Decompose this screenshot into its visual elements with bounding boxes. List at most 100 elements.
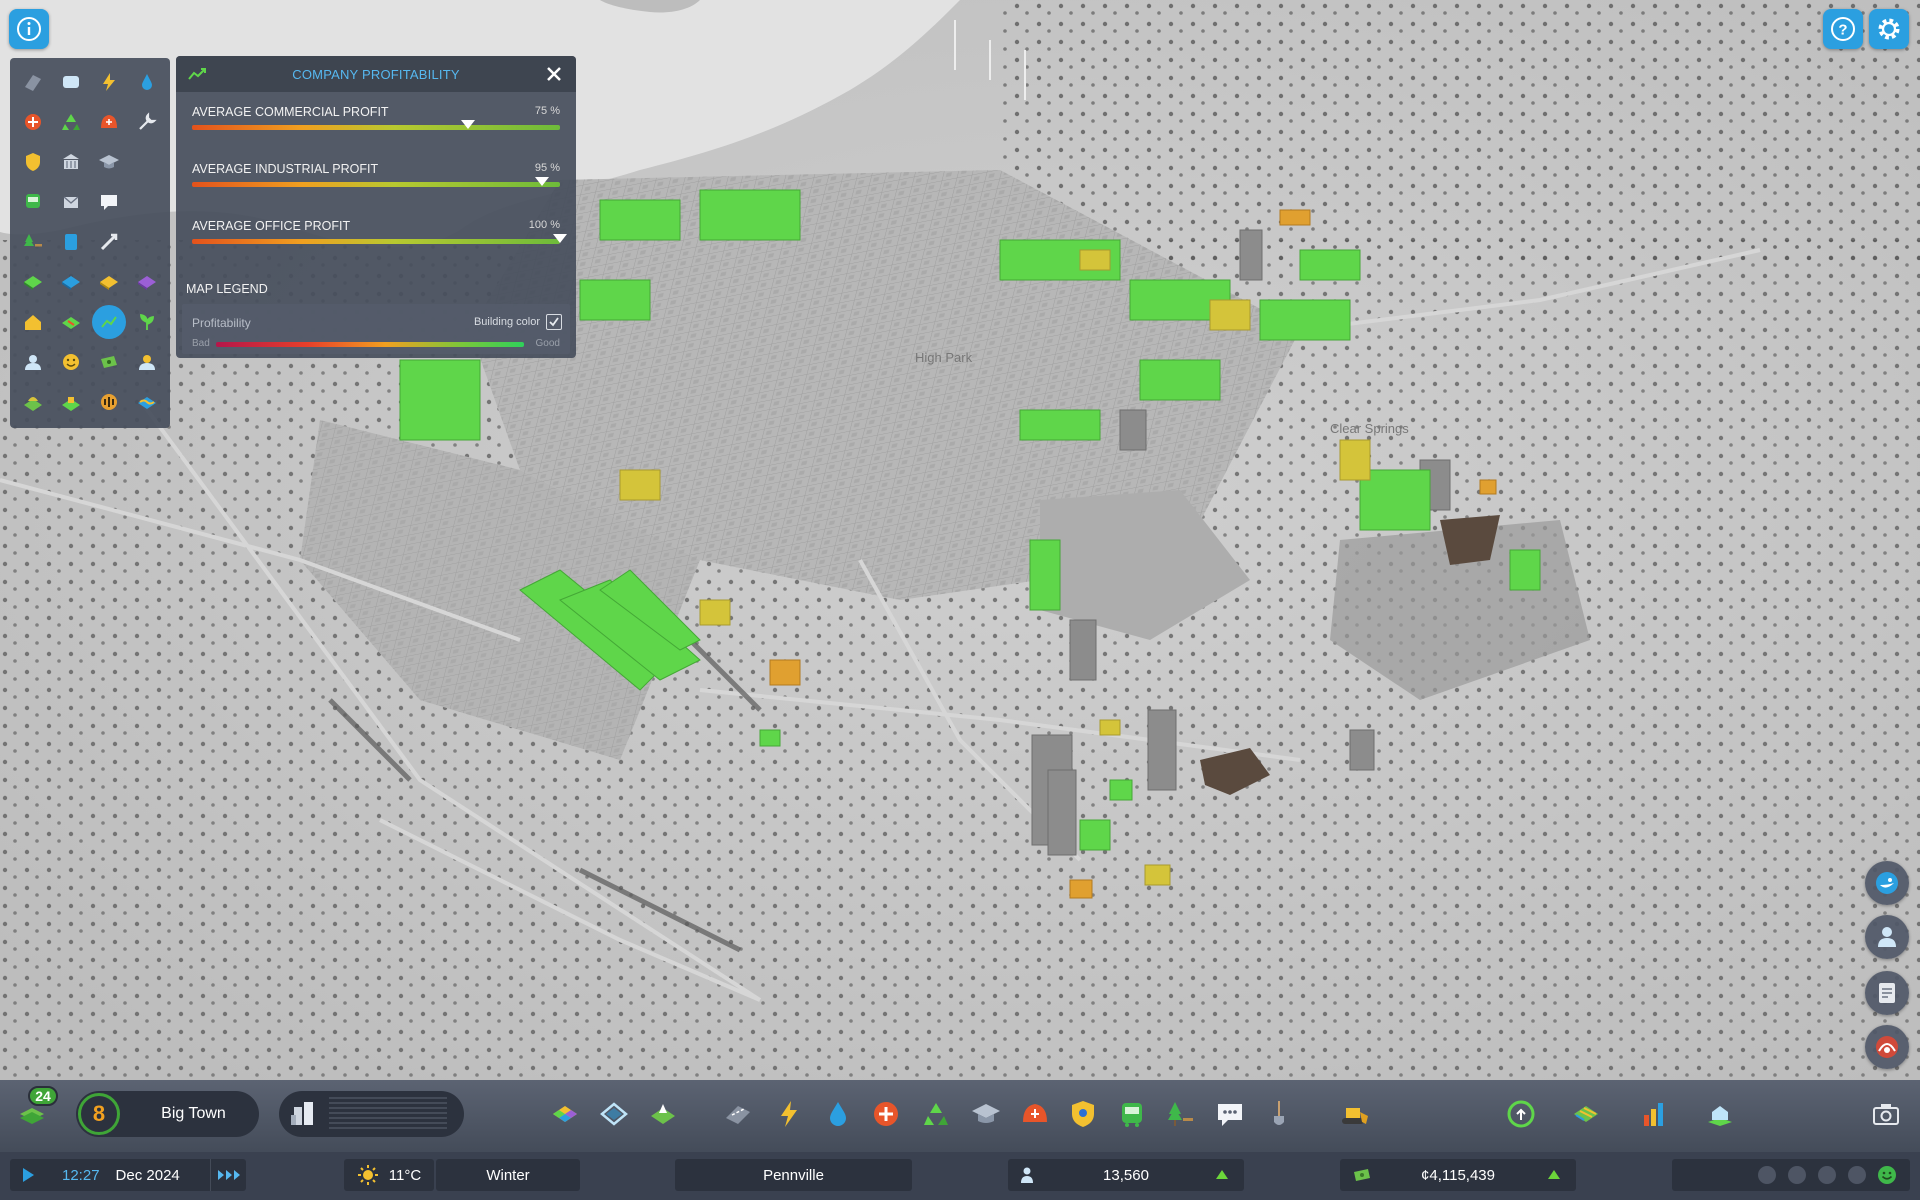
city-name-box[interactable]: Pennville	[675, 1159, 912, 1191]
transportation-tool-button[interactable]	[1112, 1094, 1152, 1134]
metric-bar	[192, 177, 560, 187]
building-color-checkbox[interactable]	[546, 314, 562, 330]
infoview-button-education[interactable]	[92, 142, 126, 182]
citizens-button[interactable]	[1865, 915, 1909, 959]
infoview-button-happiness[interactable]	[54, 342, 88, 382]
happiness-neutral-icon	[1818, 1166, 1836, 1184]
areas-tool-button[interactable]	[594, 1094, 634, 1134]
electricity-tool-button[interactable]	[769, 1094, 809, 1134]
milestone-count-badge: 24	[28, 1086, 58, 1106]
infoview-button-administration[interactable]	[54, 142, 88, 182]
infoview-button-maintenance[interactable]	[130, 102, 164, 142]
infoview-button-citizens[interactable]	[16, 342, 50, 382]
settings-button[interactable]	[1869, 9, 1909, 49]
map-legend: MAP LEGEND Profitability Building color …	[176, 266, 576, 358]
info-button[interactable]	[9, 9, 49, 49]
infoview-button-resources[interactable]	[54, 302, 88, 342]
population-box[interactable]: 13,560	[1008, 1159, 1244, 1191]
infoview-button-water[interactable]	[130, 62, 164, 102]
infoview-button-recycling[interactable]	[54, 102, 88, 142]
police-tool-button[interactable]	[1063, 1094, 1103, 1134]
healthcare-tool-button[interactable]	[866, 1094, 906, 1134]
metric-label: AVERAGE OFFICE PROFIT	[192, 219, 351, 233]
happiness-unhappy-icon	[1788, 1166, 1806, 1184]
metric-marker	[534, 177, 549, 186]
happiness-box[interactable]	[1672, 1159, 1910, 1191]
bus-icon	[1122, 1103, 1142, 1127]
infoview-button-commercial-zone[interactable]	[54, 262, 88, 302]
garbage-tool-button[interactable]	[916, 1094, 956, 1134]
infoview-button-agriculture[interactable]	[130, 302, 164, 342]
help-button[interactable]: ?	[1823, 9, 1863, 49]
city-level-pill[interactable]: 8 Big Town	[76, 1091, 259, 1137]
land-value-icon	[62, 397, 80, 411]
infoview-button-residential-zone[interactable]	[16, 262, 50, 302]
infoview-button-parks[interactable]	[16, 222, 50, 262]
infoview-button-industrial-zone[interactable]	[92, 262, 126, 302]
infoview-button-crime[interactable]	[16, 142, 50, 182]
xp-progress-track	[329, 1097, 447, 1131]
infoview-button-land-value[interactable]	[54, 382, 88, 422]
fire-helmet-icon	[1023, 1104, 1047, 1122]
chirper-button[interactable]	[1865, 861, 1909, 905]
infoview-button-office-zone[interactable]	[130, 262, 164, 302]
infoview-button-police[interactable]	[92, 102, 126, 142]
infoview-button-workers[interactable]	[130, 342, 164, 382]
legend-title: MAP LEGEND	[186, 282, 268, 296]
city-map-overview-button[interactable]	[1566, 1094, 1606, 1134]
infoview-empty-slot	[130, 142, 164, 182]
photo-mode-button[interactable]	[1866, 1094, 1906, 1134]
parks-tool-button[interactable]	[1161, 1094, 1201, 1134]
zoning-tool-button[interactable]	[545, 1094, 585, 1134]
infoview-button-transport[interactable]	[54, 62, 88, 102]
infoview-button-electricity[interactable]	[92, 62, 126, 102]
play-icon	[23, 1168, 34, 1182]
infoview-button-traffic[interactable]	[92, 222, 126, 262]
infoview-button-wealth[interactable]	[92, 342, 126, 382]
landscaping-icon	[651, 1104, 675, 1124]
fire-icon	[25, 114, 41, 130]
city-services-button[interactable]	[1700, 1094, 1740, 1134]
journal-button[interactable]	[1865, 971, 1909, 1015]
roads-icon	[25, 75, 41, 91]
temperature: 11°C	[388, 1166, 422, 1184]
infoview-button-communication[interactable]	[92, 182, 126, 222]
money-box[interactable]: ¢4,115,439	[1340, 1159, 1576, 1191]
speed-button[interactable]	[210, 1159, 246, 1191]
infoview-button-mail[interactable]	[54, 182, 88, 222]
progression-button[interactable]	[1501, 1094, 1541, 1134]
roads-tool-button[interactable]	[718, 1094, 758, 1134]
landscaping-shovel-button[interactable]	[1259, 1094, 1299, 1134]
noise-icon	[101, 394, 117, 410]
industrial-zone-icon	[100, 276, 118, 290]
statistics-button[interactable]	[1634, 1094, 1674, 1134]
infoview-button-noise[interactable]	[92, 382, 126, 422]
fire-rescue-tool-button[interactable]	[1015, 1094, 1055, 1134]
camera-icon	[1873, 1104, 1899, 1125]
wealth-icon	[101, 356, 117, 368]
infoview-button-residential-demand[interactable]	[16, 302, 50, 342]
xp-progress-pill[interactable]	[279, 1091, 464, 1137]
clock-time: 12:27	[62, 1166, 100, 1184]
close-button[interactable]	[544, 64, 564, 84]
infoview-button-pollution[interactable]	[16, 382, 50, 422]
money-amount: ¢4,115,439	[1421, 1166, 1495, 1184]
radio-button[interactable]	[1865, 1025, 1909, 1069]
infoview-button-public-transport[interactable]	[16, 182, 50, 222]
play-button[interactable]	[10, 1159, 46, 1191]
infoview-button-flood[interactable]	[130, 382, 164, 422]
bulldozer-tool-button[interactable]	[1334, 1094, 1374, 1134]
svg-text:?: ?	[1838, 22, 1847, 39]
landscaping-tool-button[interactable]	[643, 1094, 683, 1134]
weather-box[interactable]: 11°C	[344, 1159, 434, 1191]
water-tool-button[interactable]	[818, 1094, 858, 1134]
district-label-clear-springs: Clear Springs	[1330, 421, 1409, 436]
infoview-button-profitability[interactable]	[92, 305, 126, 339]
communications-tool-button[interactable]	[1210, 1094, 1250, 1134]
infoview-button-fire[interactable]	[16, 102, 50, 142]
education-tool-button[interactable]	[966, 1094, 1006, 1134]
money-bill-icon	[1354, 1169, 1370, 1181]
infoview-button-roads[interactable]	[16, 62, 50, 102]
status-bar	[0, 1152, 1920, 1200]
infoview-button-cargo[interactable]	[54, 222, 88, 262]
